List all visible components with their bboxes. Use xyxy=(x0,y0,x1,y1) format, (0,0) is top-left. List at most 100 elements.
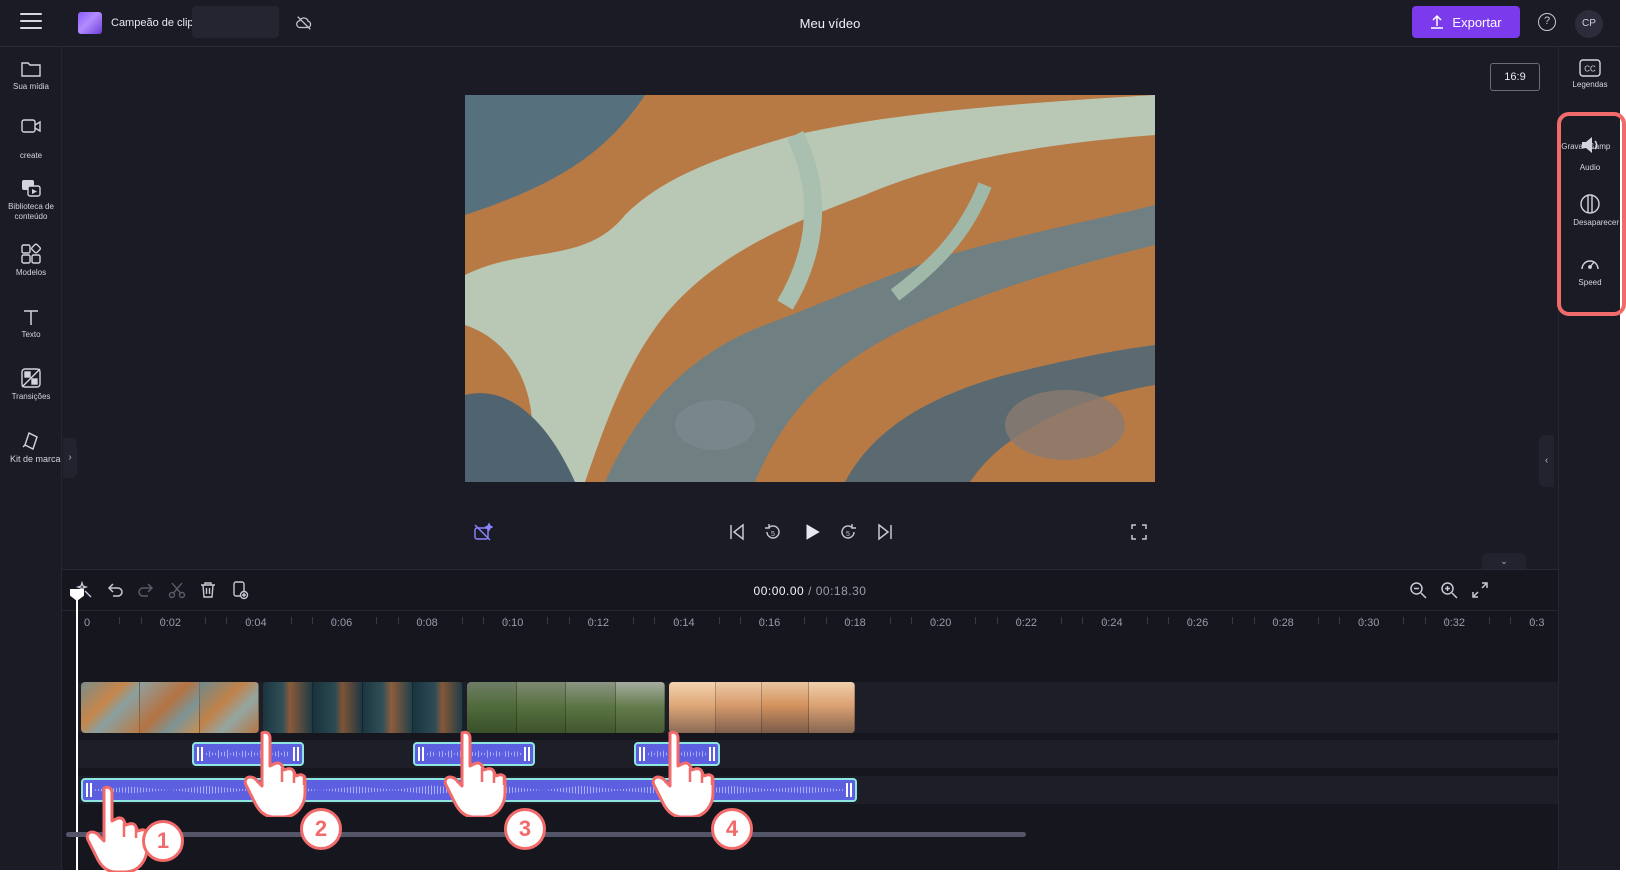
timeline-ruler[interactable]: 0 0:02 0:04 0:06 0:08 0:10 0:12 0:14 0:16 0:18 0:2… xyxy=(62,610,1558,634)
audio-clip-short-2[interactable] xyxy=(413,742,535,766)
video-clip-4[interactable] xyxy=(669,682,855,733)
fullscreen-icon[interactable] xyxy=(1129,522,1149,542)
timeline-scrollbar[interactable] xyxy=(66,832,1026,837)
skip-back-icon[interactable] xyxy=(727,522,747,542)
delete-icon[interactable] xyxy=(198,580,218,600)
video-camera-icon xyxy=(21,119,41,133)
audio-clip-short-1[interactable] xyxy=(192,742,304,766)
rewind-5-icon[interactable]: 5 xyxy=(763,522,783,542)
video-clip-1[interactable] xyxy=(81,682,259,733)
nav-captions[interactable]: CC Legendas xyxy=(1559,59,1621,89)
nav-transitions[interactable]: Transições xyxy=(0,367,62,402)
ruler-tick-mark xyxy=(226,617,228,624)
ruler-tick-mark xyxy=(975,617,977,624)
menu-icon[interactable] xyxy=(20,13,42,31)
ruler-tick-label: 0:18 xyxy=(844,617,866,629)
ruler-tick-mark xyxy=(312,617,313,624)
cloud-off-icon[interactable] xyxy=(295,14,313,32)
expand-left-panel-button[interactable]: › xyxy=(63,438,77,478)
nav-create[interactable]: create xyxy=(0,117,62,161)
ruler-tick-mark xyxy=(889,617,891,624)
ruler-tick-label: 0:02 xyxy=(159,617,182,629)
aerial-river-image xyxy=(465,95,1155,482)
ruler-tick-label: 0:32 xyxy=(1443,617,1466,629)
ruler-tick-mark xyxy=(804,617,806,624)
nav-speed[interactable]: Speed xyxy=(1559,253,1621,287)
video-clip-3[interactable] xyxy=(467,682,665,733)
nav-text[interactable]: Texto xyxy=(0,307,62,340)
ruler-tick-mark xyxy=(1168,617,1169,624)
ruler-tick-mark xyxy=(1146,617,1148,624)
duplicate-icon[interactable] xyxy=(230,580,250,600)
ruler-tick-label: 0:26 xyxy=(1186,617,1209,629)
project-thumbnail xyxy=(78,12,102,34)
nav-audio[interactable]: Audio xyxy=(1559,135,1621,172)
aspect-ratio-button[interactable]: 16:9 xyxy=(1490,63,1540,91)
collapse-preview-button[interactable]: ⌄ xyxy=(1482,553,1526,569)
ruler-tick-mark xyxy=(1510,617,1512,624)
ruler-tick-mark xyxy=(718,617,720,624)
skip-forward-icon[interactable] xyxy=(875,522,895,542)
templates-icon xyxy=(21,243,42,264)
nav-content-library[interactable]: Biblioteca de conteúdo xyxy=(0,177,62,222)
timeline-panel: 00:00.00 / 00:18.30 0 0:02 0:04 0:06 0:08 0:1… xyxy=(62,569,1558,871)
video-clip-2[interactable] xyxy=(263,682,463,733)
project-name-field[interactable] xyxy=(192,6,279,38)
help-icon[interactable]: ? xyxy=(1538,13,1556,31)
redo-icon[interactable] xyxy=(136,580,156,600)
fit-timeline-icon[interactable] xyxy=(1470,580,1490,600)
forward-5-icon[interactable]: 5 xyxy=(838,522,858,542)
svg-text:CC: CC xyxy=(1584,65,1596,74)
ruler-tick-label: 0:04 xyxy=(245,617,267,629)
nav-brand-kit[interactable]: Kit de marca xyxy=(0,429,62,464)
nav-fade[interactable]: Desaparecer xyxy=(1559,193,1621,227)
ruler-tick-mark xyxy=(547,617,549,624)
brand-kit-icon xyxy=(22,432,38,450)
audio-clip-music[interactable] xyxy=(81,778,857,802)
ruler-tick-mark xyxy=(1253,617,1255,624)
nav-your-media[interactable]: Sua mídia xyxy=(0,59,62,92)
ruler-tick-label: 0:20 xyxy=(930,617,952,629)
ruler-tick-mark xyxy=(568,617,570,624)
collapse-right-panel-button[interactable]: ‹ xyxy=(1539,435,1554,487)
ruler-tick-mark xyxy=(911,617,913,624)
svg-text:5: 5 xyxy=(771,531,775,538)
nav-label: Legendas xyxy=(1572,80,1608,89)
ruler-tick-label: 0:28 xyxy=(1272,617,1294,629)
ruler-tick-mark xyxy=(376,617,378,624)
folder-icon xyxy=(21,62,41,77)
nav-label: Modelos xyxy=(15,268,47,277)
zoom-out-icon[interactable] xyxy=(1408,580,1428,600)
nav-label: Speed xyxy=(1578,278,1602,287)
ruler-tick-mark xyxy=(654,617,656,624)
speedometer-icon xyxy=(1581,260,1599,270)
ruler-tick-mark xyxy=(996,617,998,624)
video-preview xyxy=(465,95,1155,482)
timeline-toolbar: 00:00.00 / 00:18.30 xyxy=(62,570,1558,610)
zoom-in-icon[interactable] xyxy=(1439,580,1459,600)
ruler-tick-mark xyxy=(205,617,206,624)
ruler-tick-mark xyxy=(1489,617,1490,624)
right-sidebar: CC Legendas Audio ;Gravar' &amp Desapare… xyxy=(1558,47,1620,870)
ruler-tick-mark xyxy=(825,617,827,624)
ruler-tick-label: 0 xyxy=(84,617,91,629)
total-time: / 00:18.30 xyxy=(808,584,867,598)
upload-icon xyxy=(1431,14,1444,29)
avatar[interactable]: CP xyxy=(1575,10,1603,38)
undo-icon[interactable] xyxy=(105,580,125,600)
ruler-tick-mark xyxy=(397,617,399,624)
ruler-tick-label: 0:10 xyxy=(502,617,524,629)
split-icon[interactable] xyxy=(167,580,187,600)
export-button[interactable]: Exportar xyxy=(1412,6,1520,38)
ruler-tick-mark xyxy=(1317,617,1319,624)
nav-templates[interactable]: Modelos xyxy=(0,243,62,278)
magic-camera-icon[interactable] xyxy=(473,522,493,542)
nav-label: Audio xyxy=(1579,163,1601,172)
ruler-tick-label: 0:12 xyxy=(587,617,610,629)
audio-clip-short-3[interactable] xyxy=(634,742,720,766)
playhead[interactable] xyxy=(76,592,78,871)
ruler-tick-mark xyxy=(633,617,634,624)
play-icon[interactable] xyxy=(801,521,823,543)
top-bar: Campeão de clipes Meu vídeo Exportar ? C… xyxy=(0,0,1620,47)
nav-label: Texto xyxy=(21,330,41,339)
